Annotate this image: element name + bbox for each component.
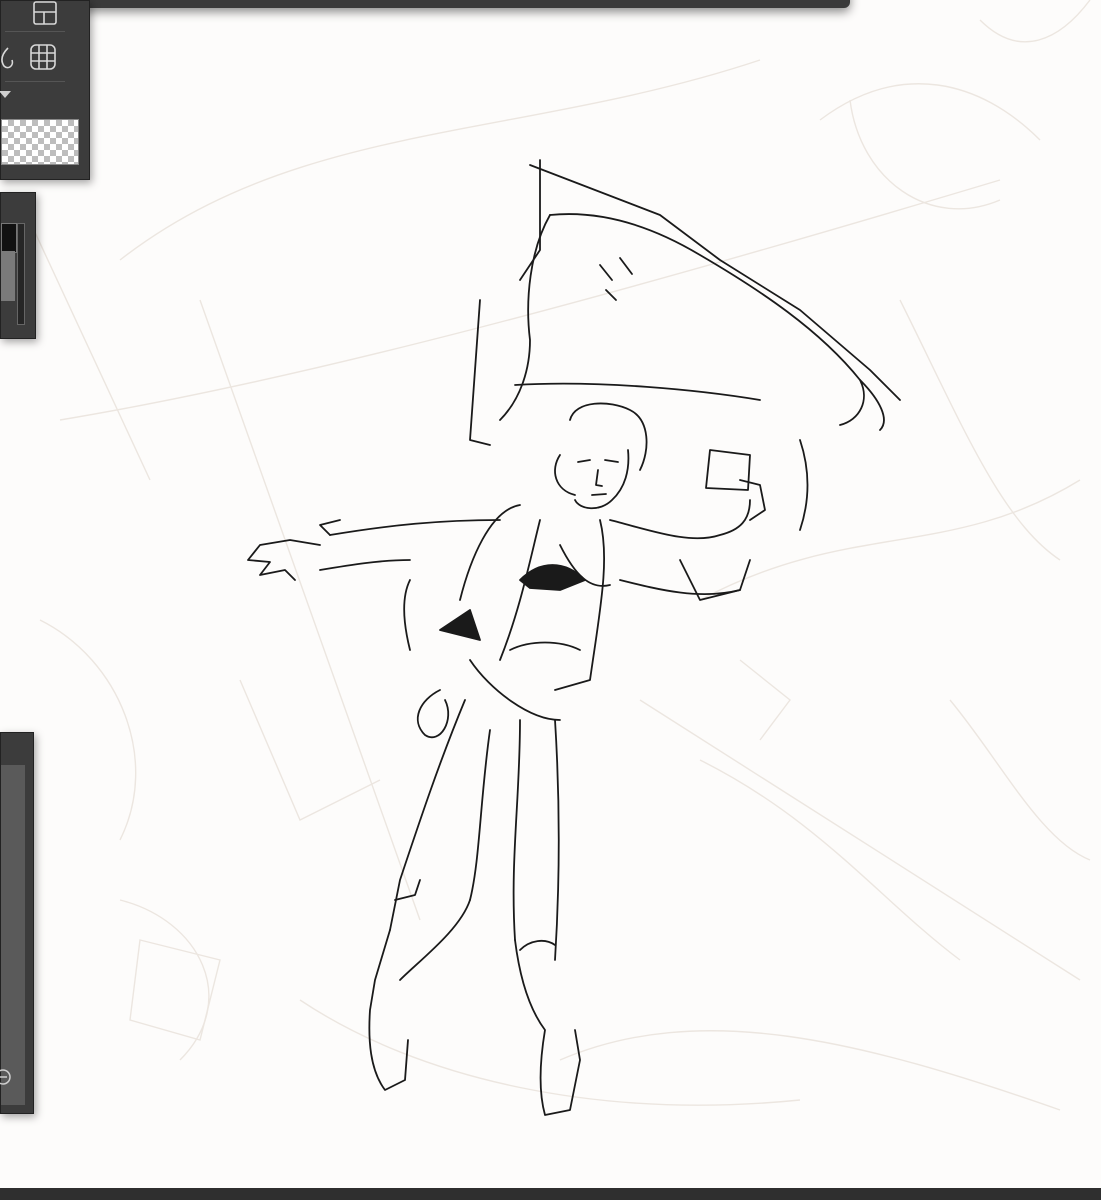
tool-separator [5, 81, 65, 82]
rough-sketch-layer [19, 0, 1091, 1111]
lineart-layer [247, 159, 901, 1116]
sub-color-swatch[interactable] [1, 251, 15, 301]
status-bar [0, 1188, 1101, 1200]
tool-palette [0, 0, 90, 180]
main-color-swatch[interactable] [1, 223, 17, 253]
frame-tool-icon [33, 1, 57, 25]
layer-list[interactable] [1, 765, 25, 1105]
layer-panel [0, 732, 34, 1114]
expand-arrow-icon[interactable] [0, 91, 11, 98]
tool-separator [5, 31, 65, 32]
color-panel [0, 192, 36, 339]
mesh-transform-icon [30, 44, 56, 70]
fill-tool-button[interactable] [0, 37, 25, 77]
mesh-transform-button[interactable] [23, 37, 63, 77]
drawing-canvas[interactable] [0, 0, 1101, 1188]
transparent-layer-thumbnail[interactable] [1, 119, 79, 165]
fill-tool-icon [1, 47, 14, 69]
top-toolbar-edge [80, 0, 850, 8]
canvas-artwork [19, 0, 1091, 1116]
color-slider[interactable] [17, 223, 25, 325]
frame-tool-button[interactable] [25, 0, 65, 33]
settings-circle-icon[interactable] [0, 1067, 13, 1087]
